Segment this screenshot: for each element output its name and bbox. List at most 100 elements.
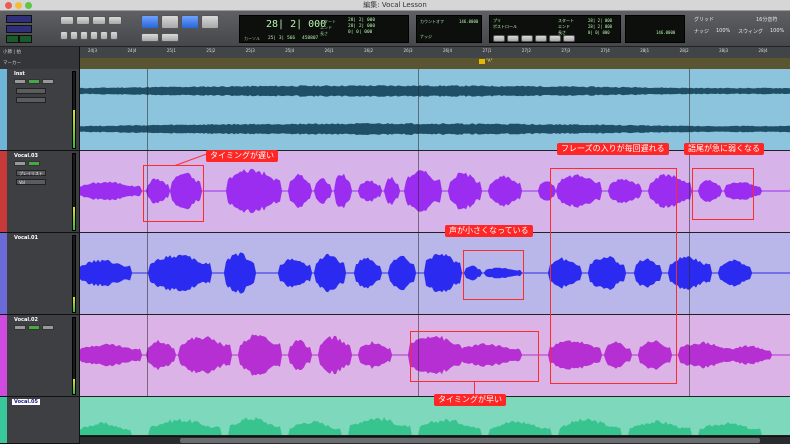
mute-button[interactable]	[42, 325, 54, 330]
start-value[interactable]: 28| 2| 000	[348, 18, 375, 23]
solo-button[interactable]	[28, 79, 40, 84]
title-bar: 編集: Vocal Lesson	[0, 0, 790, 11]
record-enable-button[interactable]	[14, 79, 26, 84]
zoom-out-button[interactable]	[60, 16, 74, 25]
annotation-label-late-timing: タイミングが遅い	[206, 150, 278, 162]
record-enable-button[interactable]	[14, 325, 26, 330]
zoom-in-button[interactable]	[76, 16, 90, 25]
smart-tool-button[interactable]	[161, 33, 179, 42]
track-header-inst[interactable]: Inst	[0, 69, 80, 151]
view-dropdown[interactable]	[16, 97, 46, 103]
transport-panel: プリ ポストロール スタート エンド 長さ 28| 2| 000 28| 2| …	[489, 15, 621, 43]
ruler-bar-number: 25|4	[285, 48, 295, 53]
markers-ruler[interactable]	[80, 58, 790, 69]
annotation-box-quiet-voice	[463, 250, 524, 300]
edit-toolbar: 28| 2| 000 スタート エンド 長さ 28| 2| 000 28| 2|…	[0, 11, 790, 47]
mute-button[interactable]	[42, 79, 54, 84]
annotation-label-phrase-entry: フレーズの入りが毎回遅れる	[557, 143, 669, 155]
cursor-label: カーソル	[244, 36, 260, 41]
track-color-strip	[0, 69, 7, 150]
track-header-vocal-05[interactable]: Vocal.05	[0, 397, 80, 444]
waveform-inst	[80, 85, 790, 135]
grid-mode-button[interactable]	[19, 35, 32, 43]
level-meter	[72, 235, 76, 313]
zoom-preset-2[interactable]	[70, 31, 78, 40]
annotation-label-weak-ending: 語尾が急に弱くなる	[684, 143, 764, 155]
ruler-bar-number: 27|1	[482, 48, 492, 53]
ruler-bar-number: 26|2	[364, 48, 374, 53]
track-header-vocal-01[interactable]: Vocal.01	[0, 233, 80, 315]
end-value[interactable]: 28| 2| 000	[348, 24, 375, 29]
markers-ruler-label: マーカー	[3, 61, 21, 66]
playlist-dropdown[interactable]	[16, 88, 46, 94]
track-header-vocal-02[interactable]: Vocal.02	[0, 315, 80, 397]
solo-button[interactable]	[28, 325, 40, 330]
ruler-bar-number: 28|1	[640, 48, 650, 53]
nudge-value-label: ナッジ	[694, 29, 710, 35]
length-value[interactable]: 0| 0| 000	[348, 30, 372, 35]
ruler-bar-number: 26|4	[443, 48, 452, 53]
swing-label: スウィング	[738, 29, 764, 35]
track-name-vocal-02[interactable]: Vocal.02	[14, 317, 38, 323]
track-name-inst[interactable]: Inst	[14, 71, 25, 77]
ruler-bar-number: 24|4	[127, 48, 137, 53]
grabber-tool-button[interactable]	[181, 15, 199, 29]
scrubber-tool-button[interactable]	[201, 15, 219, 29]
track-color-strip	[0, 233, 7, 314]
track-name-vocal-03[interactable]: Vocal.03	[14, 153, 38, 159]
tempo-value: 146.0000	[459, 19, 479, 24]
rewind-button[interactable]	[507, 35, 519, 42]
marker-name[interactable]: "A"	[486, 58, 492, 63]
scrollbar-thumb[interactable]	[180, 438, 760, 443]
pencil-tool-button[interactable]	[141, 33, 159, 42]
spot-mode-button[interactable]	[6, 25, 32, 33]
ruler-bar-number: 27|4	[600, 48, 610, 53]
track-name-vocal-01[interactable]: Vocal.01	[14, 235, 38, 241]
trim-tool-button[interactable]	[141, 15, 159, 29]
play-button[interactable]	[549, 35, 561, 42]
automation-dropdown[interactable]: Vol	[16, 179, 46, 185]
lane-vocal-01[interactable]	[80, 233, 790, 315]
ruler-bar-number: 28|2	[679, 48, 689, 53]
playlist-dropdown[interactable]: プレイリスト	[16, 170, 46, 176]
annotation-box-phrase-entry	[550, 168, 677, 384]
zoom-fit-button[interactable]	[92, 16, 106, 25]
main-counter[interactable]: 28| 2| 000 スタート エンド 長さ 28| 2| 000 28| 2|…	[239, 15, 409, 43]
horizontal-scrollbar[interactable]	[80, 436, 790, 444]
track-name-vocal-05[interactable]: Vocal.05	[12, 399, 40, 405]
zoom-percent[interactable]: 100%	[716, 28, 730, 34]
nudge-panel[interactable]: カウントオフ ナッジ 146.0000	[416, 15, 482, 43]
grid-value[interactable]: 16分音符	[756, 16, 777, 23]
zoom-preset-4[interactable]	[90, 31, 98, 40]
zoom-preset-6[interactable]	[110, 31, 118, 40]
sample-value: 458807	[302, 36, 319, 41]
ruler-bar-number: 25|2	[206, 48, 216, 53]
return-to-zero-button[interactable]	[493, 35, 505, 42]
zoom-preset-button[interactable]	[108, 16, 122, 25]
shuffle-mode-button[interactable]	[6, 15, 32, 23]
track-header-vocal-03[interactable]: Vocal.03 プレイリスト Vol	[0, 151, 80, 233]
fast-forward-button[interactable]	[521, 35, 533, 42]
record-enable-button[interactable]	[14, 161, 26, 166]
zoom-preset-1[interactable]	[60, 31, 68, 40]
slip-mode-button[interactable]	[6, 35, 19, 43]
transport-end-value[interactable]: 28| 2| 000	[588, 24, 612, 29]
postroll-label: ポストロール	[493, 24, 517, 29]
waveform-vocal-01	[80, 252, 790, 294]
transport-start-value[interactable]: 28| 2| 000	[588, 18, 612, 23]
annotation-label-quiet-voice: 声が小さくなっている	[445, 225, 533, 237]
record-button[interactable]	[563, 35, 575, 42]
transport-length-value[interactable]: 0| 0| 000	[588, 30, 610, 35]
annotation-box-early-timing	[410, 331, 539, 382]
selector-tool-button[interactable]	[161, 15, 179, 29]
marker-flag[interactable]	[479, 59, 485, 64]
lane-inst[interactable]	[80, 69, 790, 151]
grid-label: グリッド	[694, 17, 715, 23]
zoom-preset-3[interactable]	[80, 31, 88, 40]
bars-beats-ruler[interactable]: 24|3 24|4 25|1 25|2 25|3 25|4 26|1 26|2 26|3 26|4…	[80, 47, 790, 58]
solo-button[interactable]	[28, 161, 40, 166]
swing-value[interactable]: 100%	[770, 28, 784, 34]
zoom-preset-5[interactable]	[100, 31, 108, 40]
stop-button[interactable]	[535, 35, 547, 42]
bars-beats-ruler-label: 小節 | 拍	[3, 50, 21, 55]
